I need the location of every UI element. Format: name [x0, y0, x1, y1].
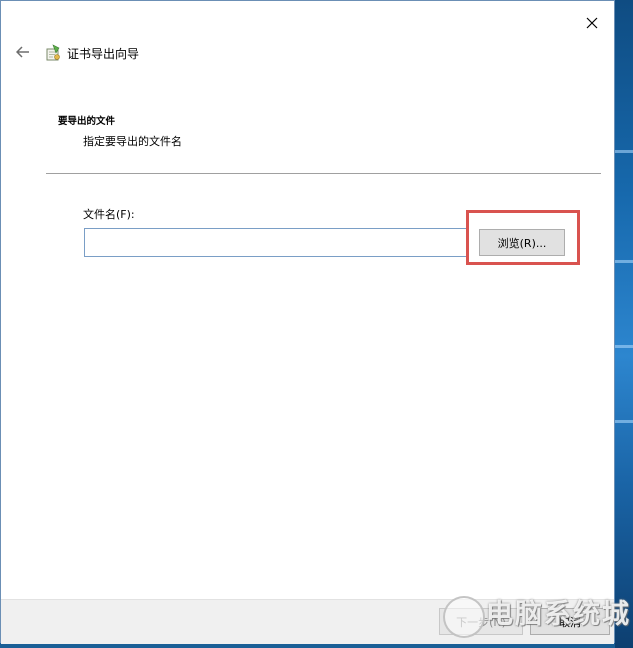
- file-name-label: 文件名(F):: [83, 208, 135, 221]
- header-divider: [46, 173, 601, 174]
- desktop-light-ray: [615, 150, 633, 153]
- section-description: 指定要导出的文件名: [83, 135, 182, 148]
- file-name-input[interactable]: [84, 228, 469, 257]
- desktop-background: [615, 0, 633, 648]
- certificate-export-wizard-dialog: 证书导出向导 要导出的文件 指定要导出的文件名 文件名(F): 浏览(R)...…: [0, 0, 615, 644]
- cancel-button[interactable]: 取消: [530, 608, 610, 635]
- wizard-title: 证书导出向导: [67, 47, 140, 61]
- desktop-light-ray: [615, 420, 633, 423]
- close-button[interactable]: [578, 9, 606, 37]
- desktop-light-ray: [615, 260, 633, 263]
- section-heading: 要导出的文件: [58, 116, 116, 127]
- next-button[interactable]: 下一步(N): [439, 608, 523, 635]
- browse-button[interactable]: 浏览(R)...: [479, 229, 565, 256]
- desktop-light-ray: [615, 345, 633, 348]
- back-button[interactable]: [13, 41, 33, 63]
- certificate-wizard-icon: [46, 44, 60, 61]
- back-arrow-icon: [16, 46, 29, 58]
- close-icon: [586, 17, 598, 29]
